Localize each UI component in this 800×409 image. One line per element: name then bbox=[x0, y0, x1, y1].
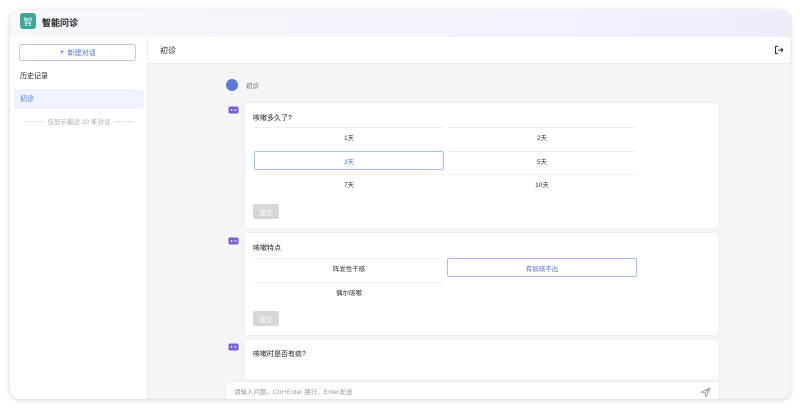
chat-title: 初诊 bbox=[160, 46, 176, 55]
submit-button[interactable]: 提交 bbox=[253, 204, 279, 219]
robot-chat-icon bbox=[228, 237, 239, 245]
user-avatar bbox=[226, 79, 238, 91]
new-chat-button[interactable]: + 新建对话 bbox=[19, 44, 136, 61]
user-message: 初诊 bbox=[246, 83, 259, 90]
option-occasional-cough[interactable]: 偶尔咳嗽 bbox=[254, 282, 444, 301]
history-title: 历史记录 bbox=[20, 73, 48, 80]
chat-header: 初诊 bbox=[148, 37, 790, 64]
question-card-2: 咳嗽特点 阵发性干咳 有痰咳不出 偶尔咳嗽 提交 bbox=[245, 233, 718, 335]
logout-icon[interactable] bbox=[774, 45, 784, 55]
sidebar: + 新建对话 历史记录 初诊 仅显示最近 20 条对话 bbox=[10, 37, 148, 399]
app-title: 智能问诊 bbox=[42, 18, 79, 28]
history-note-text: 仅显示最近 20 条对话 bbox=[47, 119, 111, 126]
chat-input[interactable] bbox=[234, 385, 684, 399]
question-text: 咳嗽多久了? bbox=[253, 115, 292, 122]
plus-icon: + bbox=[59, 47, 65, 57]
question-card-1: 咳嗽多久了? 1天 2天 3天 5天 7天 10天 提交 bbox=[245, 103, 718, 228]
option-3days[interactable]: 3天 bbox=[254, 151, 444, 170]
robot-chat-icon bbox=[228, 343, 239, 351]
option-dry-cough[interactable]: 阵发性干咳 bbox=[254, 258, 444, 277]
option-5days[interactable]: 5天 bbox=[447, 151, 637, 170]
history-item-active[interactable]: 初诊 bbox=[14, 89, 144, 109]
user-message-row: 初诊 bbox=[226, 79, 259, 91]
new-chat-label: 新建对话 bbox=[67, 49, 96, 57]
option-1day[interactable]: 1天 bbox=[254, 127, 444, 146]
history-item-label: 初诊 bbox=[20, 96, 34, 103]
question-text: 咳嗽特点 bbox=[253, 245, 281, 252]
chat-main: 初诊 初诊 咳嗽多久了? 1天 2天 3天 5天 7天 10天 提交 咳嗽特点 … bbox=[148, 37, 790, 399]
option-7days[interactable]: 7天 bbox=[254, 174, 444, 193]
option-2days[interactable]: 2天 bbox=[447, 127, 637, 146]
submit-button[interactable]: 提交 bbox=[253, 311, 279, 326]
chat-input-bar bbox=[226, 382, 719, 399]
robot-chat-icon bbox=[228, 106, 239, 114]
option-10days[interactable]: 10天 bbox=[447, 174, 637, 193]
app-window: 智 智能问诊 + 新建对话 历史记录 初诊 仅显示最近 20 条对话 初诊 初诊 bbox=[10, 10, 790, 399]
history-note: 仅显示最近 20 条对话 bbox=[20, 116, 138, 126]
question-text: 咳嗽时是否有痰? bbox=[253, 351, 306, 358]
send-icon[interactable] bbox=[700, 387, 711, 398]
question-card-3: 咳嗽时是否有痰? bbox=[245, 340, 718, 380]
app-logo: 智 bbox=[20, 13, 36, 29]
title-bar: 智 智能问诊 bbox=[10, 10, 790, 37]
divider bbox=[114, 120, 134, 122]
option-phlegm-stuck[interactable]: 有痰咳不出 bbox=[447, 258, 637, 277]
divider bbox=[24, 120, 44, 122]
